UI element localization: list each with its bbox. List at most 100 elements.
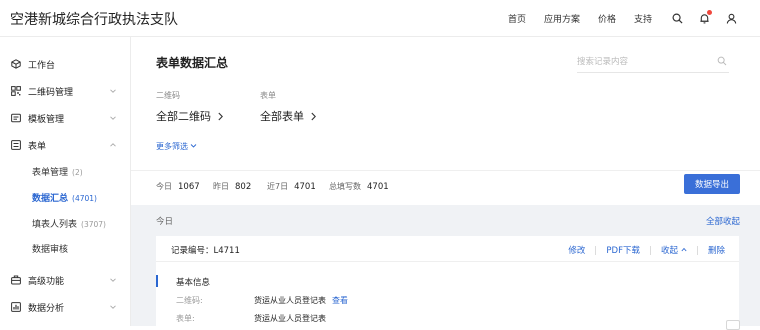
sidebar-item-advanced[interactable]: 高级功能 [0, 268, 131, 292]
briefcase-icon [10, 274, 22, 286]
export-button[interactable]: 数据导出 [684, 174, 740, 194]
more-filter-label: 更多筛选 [156, 142, 188, 151]
more-filter-toggle[interactable]: 更多筛选 [156, 141, 197, 152]
chevron-down-icon [110, 305, 116, 309]
collapse-label: 收起 [660, 246, 678, 256]
stat-yesterday: 昨日 802 [213, 181, 251, 192]
user-icon[interactable] [724, 12, 738, 26]
nav-support[interactable]: 支持 [634, 12, 652, 25]
nav-pricing[interactable]: 价格 [598, 12, 616, 25]
stat-7days: 近7日 4701 [267, 181, 316, 192]
collapse-link[interactable]: 收起 [661, 244, 687, 256]
divider [649, 245, 651, 255]
stat-value: 802 [235, 182, 252, 192]
sidebar-subitem-form-management[interactable]: 表单管理 (2) [0, 160, 131, 182]
nav-home[interactable]: 首页 [508, 12, 526, 25]
search-icon[interactable] [670, 12, 684, 26]
sidebar: 工作台 二维码管理 模板管理 表单 表单管理 (2) 数据汇总 (4701) 填表人… [0, 37, 131, 326]
field-key: 二维码: [176, 296, 203, 305]
chevron-down-icon [110, 278, 116, 282]
subitem-count: (4701) [72, 193, 97, 203]
top-bar: 空港新城综合行政执法支队 首页 应用方案 价格 支持 [0, 0, 760, 37]
stat-value: 4701 [294, 182, 316, 192]
subitem-label: 数据汇总 [32, 193, 69, 204]
subitem-label: 表单管理 [32, 167, 69, 178]
filter-label: 表单 [260, 91, 276, 100]
record-number: 记录编号：L4711 [171, 246, 240, 256]
collapse-all-link[interactable]: 全部收起 [706, 215, 740, 227]
sidebar-item-label: 高级功能 [28, 276, 65, 287]
record-card: 记录编号：L4711 修改 PDF下载 收起 删除 基本信息 二维码: 货运从业人… [156, 236, 739, 326]
notification-dot [707, 9, 712, 15]
search-icon[interactable] [717, 56, 727, 66]
chevron-down-icon [190, 144, 197, 148]
qrcode-filter[interactable]: 二维码 全部二维码 [156, 90, 224, 124]
delete-link[interactable]: 删除 [708, 244, 725, 256]
form-filter[interactable]: 表单 全部表单 [260, 90, 317, 124]
sidebar-item-template[interactable]: 模板管理 [0, 106, 131, 130]
org-name: 空港新城综合行政执法支队 [10, 12, 178, 28]
stat-label: 昨日 [213, 182, 229, 191]
sidebar-item-label: 模板管理 [28, 114, 65, 125]
chevron-right-icon [311, 112, 316, 121]
stats-row: 今日 1067 昨日 802 近7日 4701 总填写数 4701 [131, 170, 760, 202]
filter-value: 全部表单 [260, 110, 304, 123]
sidebar-item-label: 二维码管理 [28, 87, 74, 98]
divider [696, 245, 698, 255]
field-row-form: 表单: 货运从业人员登记表 [176, 313, 326, 324]
field-value: 货运从业人员登记表 [254, 314, 326, 323]
floating-help-button[interactable] [726, 320, 740, 330]
stat-value: 1067 [178, 182, 200, 192]
chevron-up-icon [110, 143, 116, 147]
top-nav: 首页 应用方案 价格 支持 [508, 0, 760, 37]
chevron-down-icon [110, 89, 116, 93]
chevron-right-icon [218, 112, 223, 121]
sidebar-item-label: 工作台 [28, 60, 56, 71]
subitem-count: (2) [72, 167, 83, 177]
record-actions: 修改 PDF下载 收起 删除 [568, 244, 725, 256]
analytics-icon [10, 301, 22, 313]
chevron-down-icon [110, 116, 116, 120]
sidebar-item-label: 数据分析 [28, 303, 65, 314]
stat-today: 今日 1067 [156, 181, 200, 192]
form-icon [10, 139, 22, 151]
main-content: 表单数据汇总 二维码 全部二维码 表单 全部表单 更多筛选 今日 1067 昨日 8… [131, 37, 760, 326]
sidebar-item-analytics[interactable]: 数据分析 [0, 295, 131, 319]
record-list: 今日 全部收起 记录编号：L4711 修改 PDF下载 收起 删除 基本信息 二… [131, 205, 760, 326]
page-title: 表单数据汇总 [156, 56, 229, 70]
day-group-label: 今日 [156, 217, 174, 227]
stat-value: 4701 [367, 182, 389, 192]
field-value: 货运从业人员登记表 [254, 296, 326, 305]
chevron-up-icon [681, 247, 687, 252]
stat-total: 总填写数 4701 [329, 181, 389, 192]
sidebar-item-label: 表单 [28, 141, 47, 152]
subitem-count: (3707) [81, 219, 106, 229]
filter-label: 二维码 [156, 91, 180, 100]
subitem-label: 填表人列表 [32, 219, 78, 230]
qrcode-icon [10, 85, 22, 97]
search-input[interactable] [577, 52, 713, 71]
edit-link[interactable]: 修改 [568, 244, 585, 256]
subitem-label: 数据审核 [32, 244, 69, 255]
filter-value: 全部二维码 [156, 110, 211, 123]
sidebar-subitem-filler-list[interactable]: 填表人列表 (3707) [0, 212, 131, 234]
stat-label: 近7日 [267, 182, 289, 191]
sidebar-item-forms[interactable]: 表单 [0, 133, 131, 157]
workbench-icon [10, 58, 22, 70]
bell-icon[interactable] [697, 9, 712, 26]
stat-label: 今日 [156, 182, 172, 191]
nav-solutions[interactable]: 应用方案 [544, 12, 580, 25]
section-accent [156, 275, 158, 287]
sidebar-subitem-data-summary[interactable]: 数据汇总 (4701) [0, 186, 131, 208]
pdf-download-link[interactable]: PDF下载 [606, 244, 640, 256]
stat-label: 总填写数 [329, 182, 361, 191]
section-title: 基本信息 [176, 278, 211, 288]
sidebar-item-qrcode[interactable]: 二维码管理 [0, 79, 131, 103]
sidebar-item-workbench[interactable]: 工作台 [0, 52, 131, 76]
record-header: 记录编号：L4711 修改 PDF下载 收起 删除 [156, 236, 739, 262]
search-box [577, 51, 729, 73]
sidebar-subitem-data-review[interactable]: 数据审核 [0, 237, 131, 259]
divider [595, 245, 597, 255]
template-icon [10, 112, 22, 124]
view-link[interactable]: 查看 [332, 296, 348, 305]
